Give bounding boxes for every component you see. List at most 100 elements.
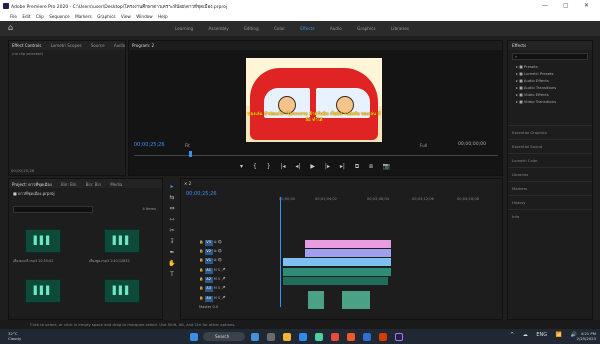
effects-search-input[interactable]: ⌕	[512, 53, 588, 60]
menu-graphics[interactable]: Graphics	[97, 14, 116, 19]
clip-v3[interactable]	[305, 240, 391, 248]
section-info[interactable]: Info	[508, 209, 592, 223]
hand-tool-icon[interactable]: ✋	[167, 260, 177, 271]
language-indicator[interactable]: ENG	[536, 332, 547, 338]
track-header-v2[interactable]: 🔒 V2 ⧉ 👁	[199, 249, 277, 256]
widgets-icon[interactable]	[267, 333, 275, 341]
close-button[interactable]: ✕	[584, 2, 589, 9]
list-item[interactable]: ▌▌▌	[25, 279, 61, 303]
track-header-a3[interactable]: 🔒 A3 M S 🎤	[199, 286, 277, 293]
folder-lumetri-presets[interactable]: ▸ ■ Lumetri Presets	[508, 70, 592, 77]
workspace-learning[interactable]: Learning	[175, 26, 193, 31]
folder-audio-effects[interactable]: ▸ ■ Audio Effects	[508, 77, 592, 84]
tab-media-browser[interactable]: Media	[110, 182, 122, 187]
section-history[interactable]: History	[508, 195, 592, 209]
menu-file[interactable]: File	[10, 14, 17, 19]
export-frame-icon[interactable]: 📷	[383, 163, 390, 170]
section-libraries[interactable]: Libraries	[508, 167, 592, 181]
extract-icon[interactable]: ⧈	[369, 163, 373, 170]
premiere-taskbar-icon[interactable]	[395, 333, 403, 341]
minimize-button[interactable]: —	[542, 2, 548, 9]
menu-sequence[interactable]: Sequence	[49, 14, 70, 19]
tab-audio-clip-mixer[interactable]: Audio	[114, 43, 125, 48]
workspace-libraries[interactable]: Libraries	[391, 26, 409, 31]
section-markers[interactable]: Markers	[508, 181, 592, 195]
pen-tool-icon[interactable]: ✒	[167, 249, 177, 260]
powerpoint-icon[interactable]	[379, 333, 387, 341]
project-search-input[interactable]	[13, 206, 93, 213]
menu-edit[interactable]: Edit	[22, 14, 30, 19]
ripple-edit-tool-icon[interactable]: ⇔	[167, 205, 177, 216]
timeline-ruler[interactable]: 00;00;00 00;01;04;02 00;02;08;04 00;03;1…	[279, 197, 499, 205]
workspace-assembly[interactable]: Assembly	[209, 26, 229, 31]
program-timecode[interactable]: 00;00;25;26	[134, 142, 165, 148]
slip-tool-icon[interactable]: ↧	[167, 238, 177, 249]
selection-tool-icon[interactable]: ▸	[167, 183, 177, 194]
list-item[interactable]: ▌▌▌	[104, 279, 140, 303]
razor-tool-icon[interactable]: ✂	[167, 227, 177, 238]
edge-icon[interactable]	[299, 333, 307, 341]
timeline-timecode[interactable]: 00;00;25;26	[186, 191, 217, 197]
go-to-in-icon[interactable]: |◂	[280, 163, 285, 170]
clip-v2[interactable]	[305, 249, 391, 257]
folder-video-effects[interactable]: ▸ ■ Video Effects	[508, 91, 592, 98]
track-header-v3[interactable]: 🔒 V3 ⧉ 👁	[199, 240, 277, 247]
list-item[interactable]: ▌▌▌	[25, 229, 61, 253]
clip-v1[interactable]	[283, 258, 391, 266]
track-header-a2[interactable]: 🔒 A2 M S 🎤	[199, 277, 277, 284]
chrome-icon[interactable]	[331, 333, 339, 341]
task-view-icon[interactable]	[251, 333, 259, 341]
tab-lumetri-scopes[interactable]: Lumetri Scopes	[51, 43, 82, 48]
clip-a2[interactable]	[283, 277, 388, 285]
onedrive-icon[interactable]: ☁	[523, 332, 528, 338]
track-header-v1[interactable]: 🔒 V1 ⧉ 👁	[199, 258, 277, 265]
home-icon[interactable]: ⌂	[8, 24, 16, 32]
wifi-icon[interactable]: 📶	[556, 332, 562, 338]
tab-project[interactable]: Project: ดาวที่ชุดเมือง	[12, 182, 52, 187]
menu-clip[interactable]: Clip	[36, 14, 44, 19]
tab-bin-1[interactable]: Bin: Bin	[61, 182, 76, 187]
folder-video-transitions[interactable]: ▸ ■ Video Transitions	[508, 98, 592, 105]
workspace-audio[interactable]: Audio	[330, 26, 342, 31]
play-icon[interactable]: ▶	[310, 163, 315, 170]
tab-sequence[interactable]: ✕ 2	[184, 181, 199, 186]
folder-presets[interactable]: ▸ ■ Presets	[508, 63, 592, 70]
step-back-icon[interactable]: ◂|	[295, 163, 300, 170]
program-playhead[interactable]	[189, 151, 192, 157]
word-icon[interactable]	[363, 333, 371, 341]
track-select-tool-icon[interactable]: ⇆	[167, 194, 177, 205]
tab-effect-controls[interactable]: Effect Controls	[12, 43, 41, 48]
folder-audio-transitions[interactable]: ▸ ■ Audio Transitions	[508, 84, 592, 91]
clip-a1[interactable]	[283, 268, 391, 276]
mark-in-icon[interactable]: {	[253, 163, 257, 170]
track-header-a4[interactable]: 🔒 A4 M S 🎤	[199, 296, 277, 303]
master-track-header[interactable]: Master 0.0	[199, 305, 277, 312]
file-explorer-icon[interactable]	[283, 333, 291, 341]
section-essential-sound[interactable]: Essential Sound	[508, 139, 592, 153]
lift-icon[interactable]: ⧉	[355, 163, 359, 170]
tab-program[interactable]: Program: 2	[132, 43, 154, 48]
track-header-a1[interactable]: 🔒 A1 M S 🎤	[199, 268, 277, 275]
workspace-graphics[interactable]: Graphics	[357, 26, 376, 31]
workspace-editing[interactable]: Editing	[244, 26, 259, 31]
tab-bin-2[interactable]: Bin: Bin	[86, 182, 101, 187]
workspace-effects[interactable]: Effects	[300, 26, 314, 31]
rate-stretch-tool-icon[interactable]: ⇿	[167, 216, 177, 227]
taskbar-search[interactable]: Search	[203, 332, 245, 341]
go-to-out-icon[interactable]: ▸|	[340, 163, 345, 170]
weather-widget[interactable]: 32°C Cloudy	[8, 331, 21, 341]
clip-a3-1[interactable]	[308, 291, 324, 309]
windows-start-icon[interactable]	[190, 333, 198, 341]
store-icon[interactable]	[315, 333, 323, 341]
program-video-frame[interactable]: ของเล่น ตัวต่อเลโก เรือกระดาษ ต้าตรันบิน…	[246, 58, 382, 142]
type-tool-icon[interactable]: T	[167, 271, 177, 282]
tab-source[interactable]: Source	[91, 43, 105, 48]
clock[interactable]: 4:21 PM 2/25/2023	[577, 331, 596, 341]
step-forward-icon[interactable]: |▸	[325, 163, 330, 170]
resolution-select[interactable]: Full	[420, 143, 427, 148]
tray-overflow-icon[interactable]: ^	[510, 332, 514, 338]
menu-markers[interactable]: Markers	[75, 14, 92, 19]
list-item[interactable]: ▌▌▌	[104, 229, 140, 253]
mark-out-icon[interactable]: }	[267, 163, 271, 170]
menu-window[interactable]: Window	[136, 14, 153, 19]
